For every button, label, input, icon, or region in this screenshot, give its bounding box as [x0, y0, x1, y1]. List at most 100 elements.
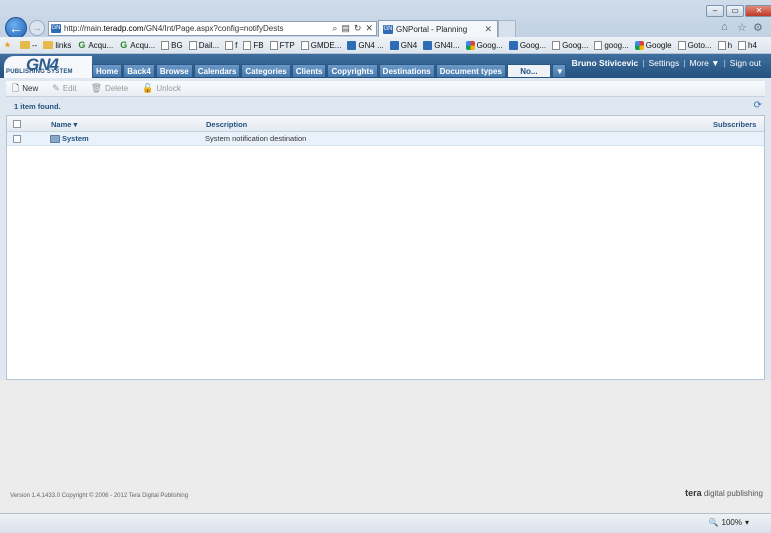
- page-icon: [269, 40, 278, 50]
- zoom-icon: 🔍: [708, 518, 719, 527]
- favorite-item[interactable]: G Acqu...: [116, 40, 158, 50]
- zoom-control[interactable]: 🔍 100% ▾: [709, 518, 749, 527]
- nav-overflow-button[interactable]: ▼: [551, 64, 566, 77]
- row-name[interactable]: System: [62, 134, 89, 143]
- favorite-item[interactable]: G Acqu...: [74, 39, 116, 50]
- stop-icon[interactable]: ✕: [365, 23, 373, 34]
- page-icon: [225, 40, 234, 50]
- address-bar[interactable]: GN http://main.teradp.com/GN4/Int/Page.a…: [48, 21, 377, 36]
- more-menu[interactable]: More ▼: [689, 58, 719, 68]
- gear-icon[interactable]: ⚙: [753, 21, 763, 34]
- nav-tab-calendars[interactable]: Calendars: [193, 64, 241, 77]
- favorite-item[interactable]: Goog...: [463, 40, 506, 50]
- favorite-label: Dail...: [198, 40, 220, 50]
- favorite-item[interactable]: f: [222, 40, 240, 50]
- column-header-name[interactable]: Name ▾: [51, 120, 77, 129]
- favorite-label: goog...: [604, 40, 629, 50]
- refresh-list-icon[interactable]: ⟳: [754, 100, 762, 111]
- forward-button[interactable]: →: [29, 20, 45, 36]
- nav-tab-clients[interactable]: Clients: [291, 64, 327, 77]
- nav-tab-home[interactable]: Home: [92, 64, 123, 77]
- user-name[interactable]: Bruno Stivicevic: [572, 58, 639, 68]
- nav-tab-back4[interactable]: Back4: [123, 64, 155, 77]
- favorite-label: Goog...: [519, 40, 547, 50]
- address-url[interactable]: http://main.teradp.com/GN4/Int/Page.aspx…: [64, 24, 332, 33]
- browser-tab[interactable]: GN GNPortal - Planning ✕: [378, 20, 498, 37]
- favorite-label: Acqu...: [88, 40, 114, 50]
- favorite-label: Acqu...: [130, 40, 156, 50]
- favorite-label: GMDE...: [310, 40, 342, 50]
- folder-icon: [43, 41, 54, 49]
- favorite-label: FTP: [279, 40, 295, 50]
- select-all-checkbox[interactable]: [13, 120, 21, 128]
- favorite-item[interactable]: ★: [0, 41, 17, 50]
- nav-tab-no[interactable]: No...: [506, 64, 551, 77]
- home-icon[interactable]: ⌂: [721, 21, 728, 33]
- back-button[interactable]: ←: [5, 17, 27, 39]
- favorite-item[interactable]: FTP: [267, 40, 298, 50]
- gn-icon: [389, 40, 399, 50]
- edit-icon: ✎: [52, 83, 60, 93]
- gn-icon: [347, 40, 357, 50]
- unlock-icon: 🔓: [142, 83, 154, 93]
- favorite-item[interactable]: GMDE...: [298, 40, 345, 50]
- window-close-button[interactable]: ✕: [745, 5, 771, 17]
- nav-tab-categories[interactable]: Categories: [241, 64, 291, 77]
- favorite-item[interactable]: GN4 ...: [344, 40, 386, 50]
- favorite-item[interactable]: h4: [735, 40, 760, 50]
- toolbar: 🗋 New ✎ Edit 🗑 Delete 🔓 Unlock: [6, 81, 765, 97]
- favorite-item[interactable]: goog...: [591, 40, 631, 50]
- favorite-label: GN4: [400, 40, 418, 50]
- nav-tab-document-types[interactable]: Document types: [435, 64, 506, 77]
- tab-close-icon[interactable]: ✕: [484, 24, 492, 35]
- favorite-item[interactable]: GN4: [387, 40, 420, 50]
- settings-link[interactable]: Settings: [649, 58, 680, 68]
- page-icon: [188, 40, 197, 50]
- search-icon[interactable]: ⌕: [332, 23, 337, 34]
- edit-button[interactable]: ✎ Edit: [52, 83, 76, 94]
- gn-icon: [508, 40, 518, 50]
- favorite-item[interactable]: GN4I...: [420, 40, 462, 50]
- favorite-item[interactable]: links: [40, 41, 74, 50]
- nav-tab-copyrights[interactable]: Copyrights: [327, 64, 378, 77]
- favorites-star-icon[interactable]: ☆: [737, 21, 747, 34]
- favorite-item[interactable]: Goog...: [549, 40, 591, 50]
- gn-icon: [423, 40, 433, 50]
- favorite-item[interactable]: FB: [240, 40, 266, 50]
- favorite-item[interactable]: Dail...: [186, 40, 222, 50]
- delete-button[interactable]: 🗑 Delete: [91, 83, 129, 94]
- version-text: Version 1.4.1433.0 Copyright © 2006 - 20…: [10, 493, 189, 499]
- sign-out-link[interactable]: Sign out: [730, 58, 761, 68]
- new-button[interactable]: 🗋 New: [12, 81, 38, 97]
- favorite-item[interactable]: Google: [632, 40, 675, 50]
- unlock-button[interactable]: 🔓 Unlock: [142, 83, 181, 94]
- tab-title: GNPortal - Planning: [396, 24, 468, 34]
- google-icon: [634, 40, 644, 50]
- compat-view-icon[interactable]: ▤: [341, 23, 350, 34]
- favorite-label: links: [55, 40, 72, 50]
- new-tab-button[interactable]: [498, 20, 516, 37]
- nav-tab-browse[interactable]: Browse: [155, 64, 193, 77]
- favorite-item[interactable]: BG: [158, 40, 186, 50]
- logo-subtext: PUBLISHING SYSTEM: [6, 69, 73, 75]
- favorite-item[interactable]: --: [17, 41, 40, 50]
- minimize-button[interactable]: –: [706, 5, 724, 17]
- favorite-label: BG: [171, 40, 183, 50]
- destination-icon: [50, 135, 60, 143]
- row-checkbox[interactable]: [13, 135, 21, 143]
- page-icon: [300, 40, 309, 50]
- column-header-description[interactable]: Description: [206, 120, 247, 129]
- maximize-button[interactable]: ▭: [726, 5, 744, 17]
- refresh-page-icon[interactable]: ↻: [354, 23, 362, 34]
- favorite-item[interactable]: Goto...: [675, 40, 715, 50]
- g-icon: G: [78, 39, 86, 50]
- favorite-label: FB: [253, 40, 264, 50]
- nav-tab-destinations[interactable]: Destinations: [378, 64, 435, 77]
- favorite-label: h4: [748, 40, 757, 50]
- browser-statusbar: 🔍 100% ▾: [0, 513, 771, 533]
- favorite-item[interactable]: Goog...: [506, 40, 549, 50]
- column-header-subscribers[interactable]: Subscribers: [713, 120, 756, 129]
- favorite-item[interactable]: h: [715, 40, 735, 50]
- chevron-down-icon: ▾: [744, 518, 749, 527]
- table-row[interactable]: System System notification destination: [7, 132, 764, 146]
